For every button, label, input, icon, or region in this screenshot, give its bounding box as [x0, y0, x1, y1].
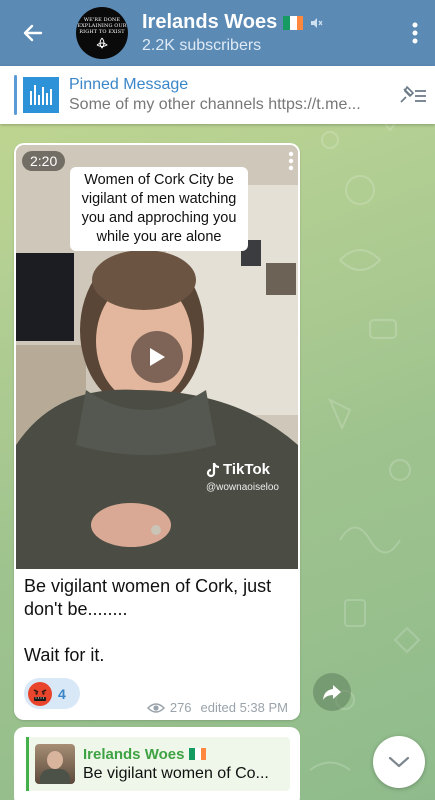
vertical-dots-icon — [412, 22, 418, 44]
tiktok-brand-text: TikTok — [223, 461, 270, 478]
pinned-title: Pinned Message — [69, 76, 189, 93]
tiktok-logo-icon — [206, 462, 220, 477]
reply-preview[interactable]: Irelands Woes Be vigilant women of Co... — [26, 737, 290, 791]
vertical-dots-icon — [288, 151, 294, 171]
message-bubble[interactable]: 2:20 Women of Cork City be vigilant of m… — [14, 143, 300, 720]
pin-list-icon — [400, 86, 426, 103]
back-arrow-icon — [23, 24, 43, 42]
view-count: 276 — [169, 700, 192, 715]
edited-time: edited 5:38 PM — [200, 700, 288, 715]
reply-title: Irelands Woes — [83, 745, 185, 763]
video-options-button[interactable] — [288, 151, 294, 176]
channel-header: WE'RE DONE EXPLAINING OUR RIGHT TO EXIST… — [0, 0, 435, 66]
share-arrow-icon — [323, 685, 341, 700]
back-button[interactable] — [0, 0, 66, 66]
subscriber-count: 2.2K subscribers — [142, 37, 262, 54]
channel-title-area[interactable]: Irelands Woes 2.2K subscribers — [142, 11, 395, 55]
celtic-knot-icon — [96, 37, 108, 49]
play-button[interactable] — [131, 331, 183, 383]
message-text-line: Wait for it. — [24, 645, 105, 665]
scroll-to-bottom-button[interactable] — [373, 736, 425, 788]
tiktok-watermark: TikTok @wownaoiseloo — [206, 461, 279, 493]
reaction-count: 4 — [58, 685, 66, 702]
chevron-down-icon — [388, 756, 410, 768]
message-bubble[interactable]: Irelands Woes Be vigilant women of Co... — [14, 727, 300, 800]
channel-avatar[interactable]: WE'RE DONE EXPLAINING OUR RIGHT TO EXIST — [76, 7, 128, 59]
pinned-thumbnail — [23, 77, 59, 113]
pinned-message-bar[interactable]: Pinned Message Some of my other channels… — [0, 66, 435, 124]
more-options-button[interactable] — [395, 0, 435, 66]
reply-body: Be vigilant women of Co... — [83, 764, 269, 782]
channel-title: Irelands Woes — [142, 11, 278, 33]
views-eye-icon — [146, 702, 165, 713]
reaction-chip[interactable]: 4 — [24, 678, 80, 709]
message-text: Be vigilant women of Cork, just don't be… — [24, 575, 294, 667]
ireland-flag-icon — [189, 748, 207, 760]
pinned-list-button[interactable] — [391, 85, 435, 105]
message-text-line: Be vigilant women of Cork, just don't be… — [24, 576, 272, 619]
video-thumbnail[interactable]: 2:20 Women of Cork City be vigilant of m… — [16, 145, 298, 569]
video-duration: 2:20 — [22, 151, 66, 171]
muted-icon — [311, 17, 323, 28]
play-icon — [150, 348, 165, 366]
share-button[interactable] — [313, 673, 351, 711]
angry-face-symbols-icon — [28, 681, 52, 706]
ireland-flag-icon — [283, 15, 304, 30]
reply-indicator — [26, 737, 29, 791]
avatar-text-line: RIGHT TO EXIST — [79, 29, 125, 35]
reply-thumbnail — [35, 744, 75, 784]
video-caption: Women of Cork City be vigilant of men wa… — [70, 167, 248, 251]
tiktok-username: @wownaoiseloo — [206, 482, 279, 493]
pinned-indicator — [14, 75, 17, 115]
message-meta: 276 edited 5:38 PM — [146, 700, 288, 715]
pinned-body: Some of my other channels https://t.me..… — [69, 96, 361, 113]
